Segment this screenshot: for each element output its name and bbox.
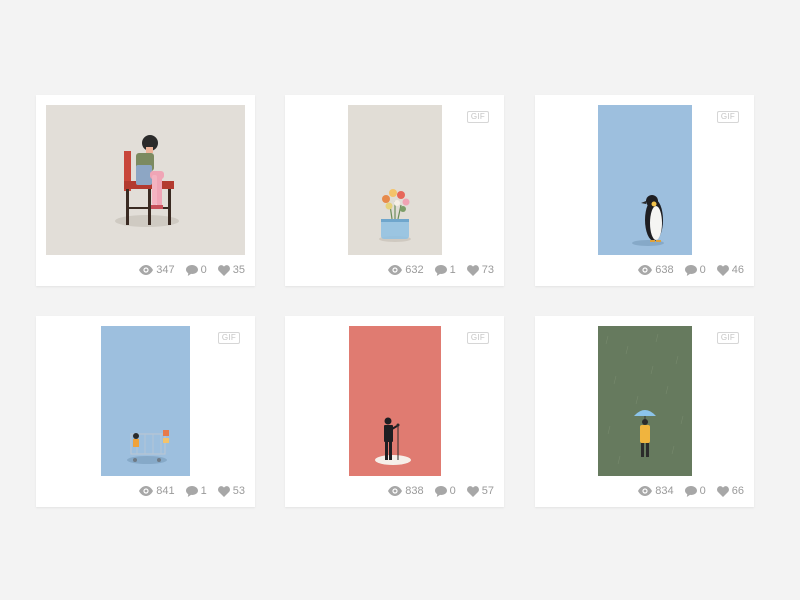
heart-icon (716, 485, 729, 497)
comments-stat[interactable]: 0 (684, 485, 706, 497)
eye-icon (388, 486, 403, 496)
shot-stats: 632 1 73 (388, 263, 494, 277)
comments-count: 0 (200, 264, 207, 276)
shot-thumbnail[interactable] (348, 105, 442, 255)
likes-stat[interactable]: 73 (466, 264, 494, 276)
likes-count: 35 (232, 264, 245, 276)
heart-icon (466, 485, 479, 497)
comments-count: 0 (699, 485, 706, 497)
gif-badge: GIF (717, 332, 739, 344)
shot-card[interactable]: 347 0 35 (36, 95, 255, 286)
gif-badge: GIF (467, 111, 489, 123)
shot-stats: 841 1 53 (139, 484, 245, 498)
heart-icon (217, 485, 230, 497)
shot-stats: 834 0 66 (638, 484, 744, 498)
gif-badge: GIF (218, 332, 240, 344)
comment-icon (684, 485, 697, 497)
comments-stat[interactable]: 1 (185, 485, 207, 497)
heart-icon (466, 264, 479, 276)
views-stat[interactable]: 834 (638, 485, 674, 497)
comments-count: 1 (200, 485, 207, 497)
views-count: 347 (156, 264, 175, 276)
eye-icon (139, 265, 154, 275)
likes-stat[interactable]: 66 (716, 485, 744, 497)
eye-icon (388, 265, 403, 275)
shot-stats: 347 0 35 (139, 263, 245, 277)
comments-stat[interactable]: 0 (434, 485, 456, 497)
shot-card[interactable]: GIF 834 0 66 (535, 316, 754, 507)
shot-thumbnail[interactable] (46, 105, 245, 255)
shot-thumbnail[interactable] (101, 326, 190, 476)
views-stat[interactable]: 841 (139, 485, 175, 497)
comments-count: 0 (449, 485, 456, 497)
comments-count: 1 (449, 264, 456, 276)
likes-count: 53 (232, 485, 245, 497)
shot-card[interactable]: GIF 838 0 57 (285, 316, 504, 507)
views-count: 838 (405, 485, 424, 497)
likes-stat[interactable]: 46 (716, 264, 744, 276)
comment-icon (434, 485, 447, 497)
shot-stats: 838 0 57 (388, 484, 494, 498)
shot-card[interactable]: GIF 841 1 53 (36, 316, 255, 507)
views-count: 632 (405, 264, 424, 276)
views-count: 638 (655, 264, 674, 276)
likes-stat[interactable]: 35 (217, 264, 245, 276)
shot-card[interactable]: GIF 638 0 46 (535, 95, 754, 286)
comments-stat[interactable]: 1 (434, 264, 456, 276)
likes-count: 66 (731, 485, 744, 497)
comments-stat[interactable]: 0 (684, 264, 706, 276)
comment-icon (684, 264, 697, 276)
views-count: 834 (655, 485, 674, 497)
likes-stat[interactable]: 53 (217, 485, 245, 497)
gif-badge: GIF (467, 332, 489, 344)
views-count: 841 (156, 485, 175, 497)
eye-icon (638, 486, 653, 496)
comments-stat[interactable]: 0 (185, 264, 207, 276)
likes-count: 46 (731, 264, 744, 276)
eye-icon (139, 486, 154, 496)
shot-stats: 638 0 46 (638, 263, 744, 277)
shot-thumbnail[interactable] (598, 326, 692, 476)
likes-stat[interactable]: 57 (466, 485, 494, 497)
comments-count: 0 (699, 264, 706, 276)
eye-icon (638, 265, 653, 275)
heart-icon (716, 264, 729, 276)
shot-thumbnail[interactable] (349, 326, 441, 476)
likes-count: 57 (481, 485, 494, 497)
comment-icon (434, 264, 447, 276)
views-stat[interactable]: 838 (388, 485, 424, 497)
views-stat[interactable]: 632 (388, 264, 424, 276)
views-stat[interactable]: 638 (638, 264, 674, 276)
gif-badge: GIF (717, 111, 739, 123)
likes-count: 73 (481, 264, 494, 276)
comment-icon (185, 264, 198, 276)
heart-icon (217, 264, 230, 276)
shot-thumbnail[interactable] (598, 105, 692, 255)
comment-icon (185, 485, 198, 497)
shot-card[interactable]: GIF 632 1 73 (285, 95, 504, 286)
views-stat[interactable]: 347 (139, 264, 175, 276)
